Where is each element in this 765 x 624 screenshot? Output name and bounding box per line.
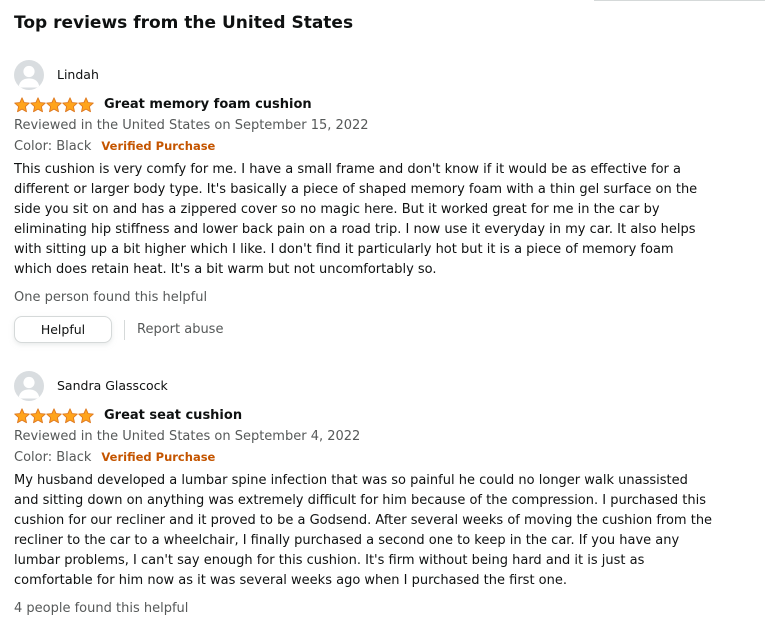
helpful-button[interactable]: Helpful [14,316,112,343]
review-body-line: cushion for our recliner and it proved t… [14,513,713,528]
variant-color[interactable]: Color: Black [14,139,91,154]
review-body-line: lumbar problems, I can't say enough for … [14,553,645,568]
star-icon [30,97,46,113]
star-rating[interactable] [14,408,96,424]
star-icon [14,408,30,424]
section-title: Top reviews from the United States [14,13,354,33]
review-body: My husband developed a lumbar spine infe… [14,471,714,591]
helpful-count: One person found this helpful [14,290,208,305]
star-icon [62,97,78,113]
review-body-line: side you sit on and has a zippered cover… [14,202,660,217]
star-icon [30,408,46,424]
reviewer-name[interactable]: Sandra Glasscock [57,377,168,395]
reviewer-name[interactable]: Lindah [57,66,99,84]
star-icon [62,408,78,424]
star-icon [46,408,62,424]
review-title[interactable]: Great seat cushion [104,406,242,426]
header-divider [594,0,765,1]
review-body: This cushion is very comfy for me. I hav… [14,160,714,280]
review-body-line: This cushion is very comfy for me. I hav… [14,162,681,177]
review-body-line: with sitting up a bit higher which I lik… [14,242,674,257]
review-body-line: recliner to the car to a wheelchair, I f… [14,533,680,548]
review-date: Reviewed in the United States on Septemb… [14,429,361,444]
review-body-line: comfortable for him now as it was severa… [14,573,568,588]
reviewer-profile[interactable]: Lindah [14,60,714,90]
avatar-icon [14,60,44,90]
star-icon [78,408,94,424]
star-icon [14,97,30,113]
reviewer-profile[interactable]: Sandra Glasscock [14,371,714,401]
review-title[interactable]: Great memory foam cushion [104,95,312,115]
helpful-count: 4 people found this helpful [14,601,189,616]
report-abuse-link[interactable]: Report abuse [137,322,223,337]
star-icon [78,97,94,113]
star-icon [46,97,62,113]
review-date: Reviewed in the United States on Septemb… [14,118,369,133]
review-body-line: and sitting down on anything was extreme… [14,493,707,508]
review-body-line: My husband developed a lumbar spine infe… [14,473,688,488]
review-body-line: eliminating hip stiffness and lower back… [14,222,696,237]
verified-purchase-badge: Verified Purchase [101,139,216,153]
avatar-icon [14,371,44,401]
review-card: Lindah Great memory foam cushion Reviewe… [14,60,714,344]
verified-purchase-badge: Verified Purchase [101,450,216,464]
review-body-line: which does retain heat. It's a bit warm … [14,262,437,277]
review-card: Sandra Glasscock Great seat cushion Revi… [14,371,714,619]
action-divider [124,319,125,340]
star-rating[interactable] [14,97,96,113]
variant-color[interactable]: Color: Black [14,450,91,465]
review-body-line: different or larger body type. It's basi… [14,182,698,197]
